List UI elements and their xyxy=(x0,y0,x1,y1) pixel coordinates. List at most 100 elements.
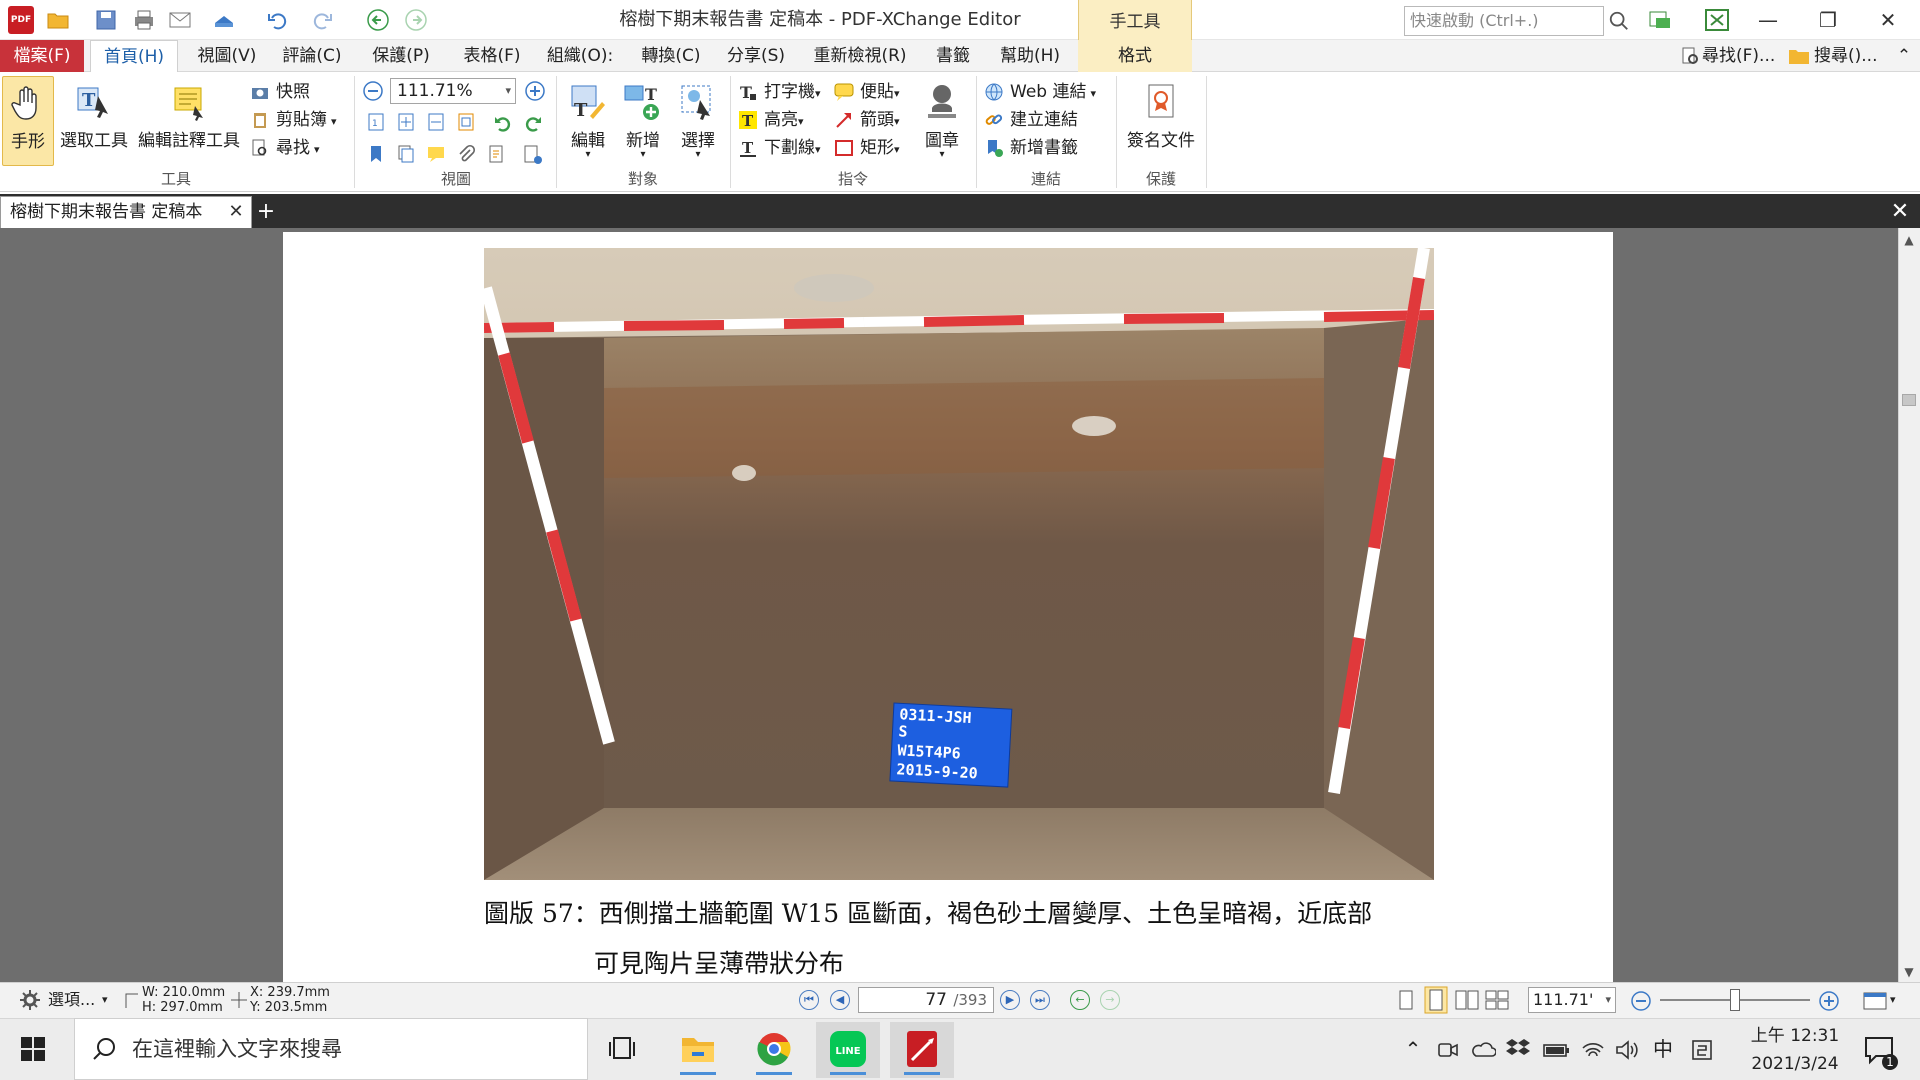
battery-icon[interactable] xyxy=(1542,1038,1570,1062)
close-all-documents-button[interactable]: ✕ xyxy=(1886,198,1914,226)
zoom-out-icon[interactable] xyxy=(1630,990,1652,1012)
comments-icon[interactable] xyxy=(426,144,446,164)
line-app-icon[interactable]: LINE xyxy=(816,1022,880,1078)
tab-share[interactable]: 分享(S) xyxy=(720,40,792,72)
collapse-ribbon-button[interactable]: ⌃ xyxy=(1892,40,1916,72)
zoom-in-icon[interactable] xyxy=(524,80,546,102)
file-explorer-icon[interactable] xyxy=(666,1022,730,1078)
edit-object-button[interactable]: T 編輯 ▾ xyxy=(562,76,614,166)
first-page-icon[interactable]: ⏮ xyxy=(799,990,819,1010)
previous-page-icon[interactable]: ◀ xyxy=(830,990,850,1010)
input-method-indicator[interactable]: 中 xyxy=(1648,1018,1678,1080)
tab-format[interactable]: 格式 xyxy=(1078,40,1192,72)
add-object-button[interactable]: T 新增 ▾ xyxy=(616,76,670,166)
chrome-icon[interactable] xyxy=(742,1022,806,1078)
tab-organize[interactable]: 組織(O): xyxy=(540,40,620,72)
find-button[interactable]: 尋找(F)... xyxy=(1702,40,1782,72)
actual-size-icon[interactable]: 1 xyxy=(366,112,386,132)
stamp-button[interactable]: 圖章 ▾ xyxy=(916,76,968,166)
snapshot-button[interactable]: 快照 xyxy=(250,78,310,106)
wifi-icon[interactable] xyxy=(1580,1038,1606,1062)
show-hidden-icons-icon[interactable]: ⌃ xyxy=(1398,1018,1428,1080)
scanner-icon[interactable] xyxy=(212,8,236,32)
highlight-button[interactable]: T 高亮▾ xyxy=(738,106,804,134)
redo-icon[interactable] xyxy=(310,8,334,32)
task-view-icon[interactable] xyxy=(592,1022,656,1078)
pages-icon[interactable] xyxy=(396,144,416,164)
clock-date[interactable]: 2021/3/24 xyxy=(1735,1050,1855,1078)
sticky-note-button[interactable]: 便貼▾ xyxy=(834,78,900,106)
zoom-select[interactable]: 111.71% ▾ xyxy=(390,78,516,104)
document-tab-close-button[interactable]: ✕ xyxy=(226,196,246,228)
document-properties-icon[interactable] xyxy=(486,144,506,164)
web-link-button[interactable]: Web 連結 ▾ xyxy=(984,78,1096,106)
app-icon[interactable]: PDF xyxy=(8,6,34,34)
fit-width-icon[interactable] xyxy=(426,112,446,132)
rectangle-button[interactable]: 矩形▾ xyxy=(834,134,900,162)
edit-annotation-tool-button[interactable]: 編輯註釋工具 xyxy=(136,76,242,166)
fullscreen-icon[interactable] xyxy=(1704,8,1730,32)
scroll-down-arrow-icon[interactable]: ▼ xyxy=(1898,962,1920,982)
tab-help[interactable]: 幫助(H) xyxy=(992,40,1068,72)
last-page-icon[interactable]: ⏭ xyxy=(1030,990,1050,1010)
previous-view-icon[interactable]: ← xyxy=(1070,990,1090,1010)
tab-home[interactable]: 首頁(H) xyxy=(90,40,178,72)
single-page-view-icon[interactable] xyxy=(1396,988,1416,1012)
email-icon[interactable] xyxy=(168,8,192,32)
rotate-left-icon[interactable] xyxy=(492,112,514,134)
tab-bookmark[interactable]: 書籤 xyxy=(928,40,978,72)
back-icon[interactable] xyxy=(366,8,390,32)
sign-document-button[interactable]: 簽名文件 xyxy=(1120,76,1202,166)
windows-start-icon[interactable] xyxy=(20,1036,46,1062)
find-tool-button[interactable]: 尋找 ▾ xyxy=(250,134,320,162)
volume-icon[interactable] xyxy=(1614,1038,1640,1062)
new-tab-button[interactable]: + xyxy=(254,198,278,226)
zoom-out-icon[interactable] xyxy=(362,80,384,102)
zoom-slider-thumb[interactable] xyxy=(1730,989,1740,1011)
pdf-xchange-app-icon[interactable] xyxy=(890,1022,954,1078)
ime-mode-icon[interactable] xyxy=(1690,1038,1714,1062)
add-bookmark-button[interactable]: 新增書籤 xyxy=(984,134,1078,162)
minimize-button[interactable]: — xyxy=(1740,0,1796,40)
tab-file[interactable]: 檔案(F) xyxy=(0,40,84,72)
tab-protect[interactable]: 保護(P) xyxy=(362,40,440,72)
scroll-up-arrow-icon[interactable]: ▲ xyxy=(1898,230,1920,250)
print-icon[interactable] xyxy=(132,8,156,32)
bookmark-icon[interactable] xyxy=(366,144,386,164)
scrollbar-thumb[interactable] xyxy=(1902,394,1916,406)
tab-form[interactable]: 表格(F) xyxy=(452,40,532,72)
attachments-icon[interactable] xyxy=(456,144,476,164)
zoom-in-icon[interactable] xyxy=(1818,990,1840,1012)
rotate-right-icon[interactable] xyxy=(522,112,544,134)
select-text-tool-button[interactable]: T 選取工具 xyxy=(58,76,130,166)
ui-options-icon[interactable] xyxy=(1648,8,1676,32)
next-page-icon[interactable]: ▶ xyxy=(1000,990,1020,1010)
undo-icon[interactable] xyxy=(266,8,290,32)
page-number-input[interactable]: 77 /393 xyxy=(858,987,994,1013)
continuous-view-icon[interactable] xyxy=(1424,986,1448,1014)
fit-page-icon[interactable] xyxy=(396,112,416,132)
search-icon[interactable] xyxy=(1608,10,1630,32)
tab-view[interactable]: 視圖(V) xyxy=(190,40,264,72)
typewriter-button[interactable]: T 打字機▾ xyxy=(738,78,821,106)
arrow-button[interactable]: 箭頭▾ xyxy=(834,106,900,134)
fit-visible-icon[interactable] xyxy=(456,112,476,132)
two-page-continuous-icon[interactable] xyxy=(1484,988,1510,1012)
search-button[interactable]: 搜尋()... xyxy=(1814,40,1890,72)
close-button[interactable]: ✕ xyxy=(1860,0,1916,40)
page-settings-icon[interactable] xyxy=(522,144,544,166)
restore-button[interactable]: ❐ xyxy=(1800,0,1856,40)
select-object-button[interactable]: 選擇 ▾ xyxy=(670,76,726,166)
clipboard-button[interactable]: 剪貼簿 ▾ xyxy=(250,106,337,134)
vertical-scrollbar[interactable] xyxy=(1898,228,1920,982)
fullscreen-view-icon[interactable] xyxy=(1862,990,1888,1012)
open-folder-icon[interactable] xyxy=(46,8,70,32)
dropbox-icon[interactable] xyxy=(1506,1036,1530,1062)
create-link-button[interactable]: 建立連結 xyxy=(984,106,1078,134)
tab-review[interactable]: 重新檢視(R) xyxy=(806,40,914,72)
tab-convert[interactable]: 轉換(C) xyxy=(634,40,708,72)
onedrive-icon[interactable] xyxy=(1470,1038,1496,1062)
tab-comment[interactable]: 評論(C) xyxy=(276,40,348,72)
underline-button[interactable]: T 下劃線▾ xyxy=(738,134,821,162)
next-view-icon[interactable]: → xyxy=(1100,990,1120,1010)
